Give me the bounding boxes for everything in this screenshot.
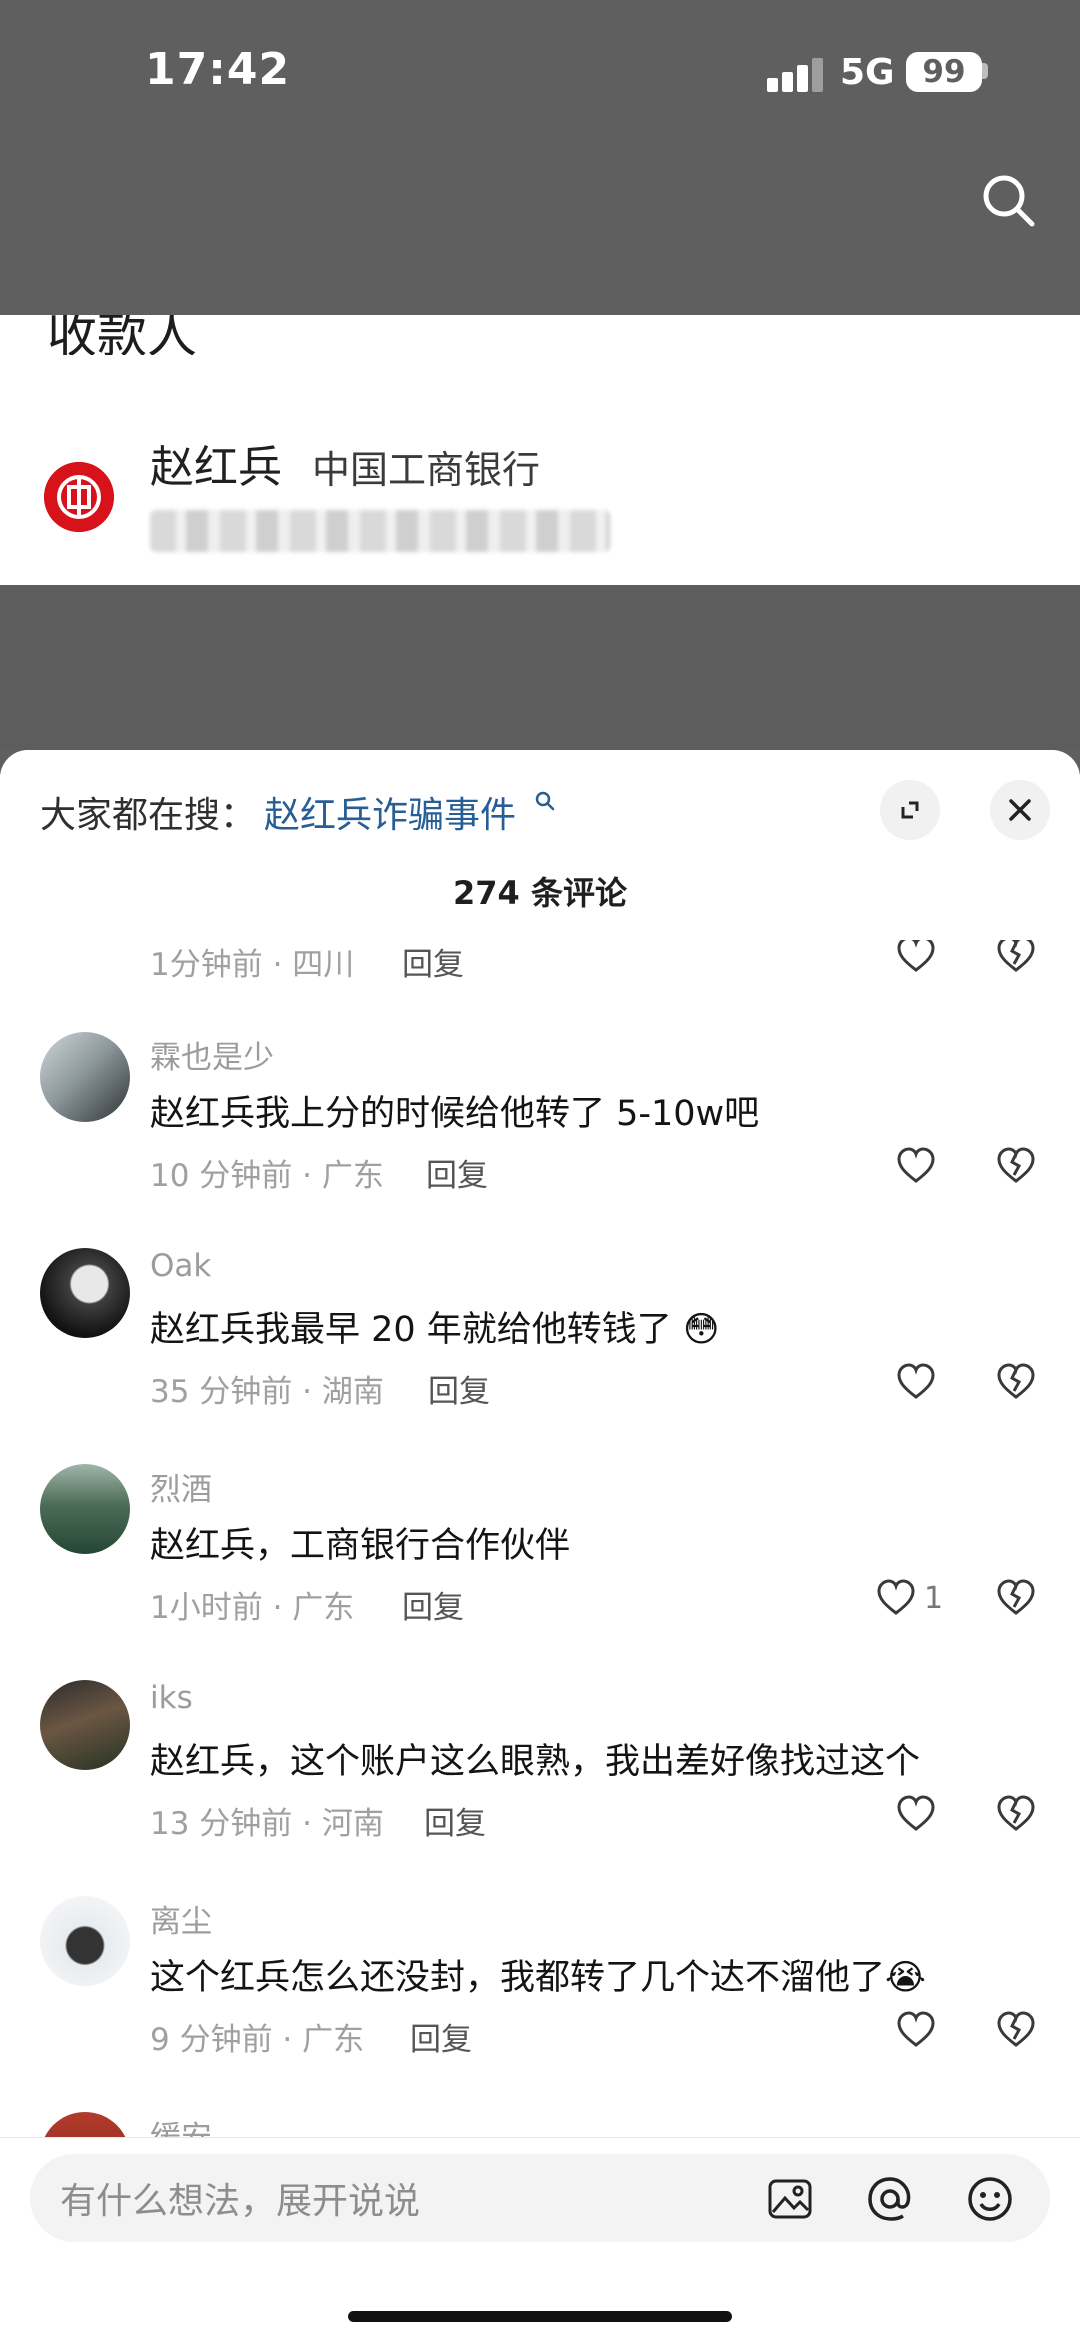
like-heart-icon[interactable] [894, 1360, 938, 1404]
avatar[interactable] [40, 1032, 130, 1122]
reply-button[interactable]: 回复 [428, 1366, 490, 1411]
status-time: 17:42 [145, 44, 291, 95]
comment-username[interactable]: Oak [150, 1248, 211, 1284]
like-heart-icon[interactable] [894, 2008, 938, 2052]
reply-button[interactable]: 回复 [426, 1150, 488, 1195]
comment-username[interactable]: 烈酒 [150, 1464, 212, 1509]
comment-count: 274 条评论 [453, 874, 627, 912]
comment-text: 赵红兵，工商银行合作伙伴 [150, 1526, 571, 1566]
reply-button[interactable]: 回复 [410, 2014, 472, 2059]
comment-username[interactable]: 霖也是少 [150, 1032, 274, 1077]
comment-meta: 9 分钟前 · 广东 [150, 2022, 365, 2058]
comment-text: 赵红兵我最早 20 年就给他转钱了 😳 [150, 1301, 719, 1352]
comment-text: 赵红兵我上分的时候给他转了 5-10w吧 [150, 1094, 760, 1134]
comment-input-placeholder: 有什么想法，展开说说 [60, 2181, 421, 2222]
avatar[interactable] [40, 1896, 130, 1986]
comment-item: Oak 赵红兵我最早 20 年就给他转钱了 😳 35 分钟前 · 湖南 回复 [0, 1248, 1080, 1453]
payee-name: 赵红兵 [150, 442, 282, 493]
dislike-heart-icon[interactable] [994, 1144, 1038, 1188]
icbc-logo-icon [44, 462, 114, 532]
comment-item: iks 赵红兵，这个账户这么眼熟，我出差好像找过这个 13 分钟前 · 河南 回… [0, 1680, 1080, 1885]
trending-label: 大家都在搜： [40, 795, 257, 836]
battery-icon: 99 [906, 52, 982, 92]
close-icon [1009, 799, 1031, 821]
signal-icon [767, 58, 823, 92]
comment-input-bar: 有什么想法，展开说说 [0, 2137, 1080, 2342]
reply-button[interactable]: 回复 [402, 939, 464, 984]
avatar[interactable] [40, 1680, 130, 1770]
status-bar: 17:42 5G 99 [0, 0, 1080, 150]
dislike-heart-icon[interactable] [994, 1360, 1038, 1404]
account-number-blurred [150, 510, 610, 552]
comment-meta: 1小时前 · 广东 [150, 1590, 355, 1626]
comment-text: 这个红兵怎么还没封，我都转了几个达不溜他了😭 [150, 1949, 926, 2000]
comment-text-content: 赵红兵我最早 20 年就给他转钱了 [150, 1310, 672, 1350]
image-icon[interactable] [765, 2174, 815, 2224]
crying-face-emoji-icon: 😭 [885, 1958, 926, 1998]
comment-text-content: 这个红兵怎么还没封，我都转了几个达不溜他了 [150, 1958, 886, 1998]
like-heart-icon[interactable] [894, 1144, 938, 1188]
comment-username[interactable]: 离尘 [150, 1896, 212, 1941]
comment-sheet-header: 大家都在搜： 赵红兵诈骗事件 274 条评论 [0, 750, 1080, 940]
battery-tip-icon [982, 63, 988, 79]
home-indicator[interactable] [348, 2311, 732, 2322]
payee-bank: 中国工商银行 [312, 448, 541, 492]
comment-text: 赵红兵，这个账户这么眼熟，我出差好像找过这个 [150, 1742, 921, 1782]
comment-item: 烈酒 赵红兵，工商银行合作伙伴 1小时前 · 广东 回复 1 [0, 1464, 1080, 1669]
expand-button[interactable] [880, 780, 940, 840]
comment-meta: 13 分钟前 · 河南 [150, 1806, 384, 1842]
expand-icon [901, 801, 919, 819]
reply-button[interactable]: 回复 [424, 1798, 486, 1843]
comment-input[interactable]: 有什么想法，展开说说 [30, 2154, 1050, 2242]
comment-item: 霖也是少 赵红兵我上分的时候给他转了 5-10w吧 10 分钟前 · 广东 回复 [0, 1032, 1080, 1237]
small-search-icon [535, 791, 555, 811]
dislike-heart-icon[interactable] [994, 2008, 1038, 2052]
emoji-icon[interactable] [965, 2174, 1015, 2224]
like-heart-icon[interactable] [894, 1792, 938, 1836]
comment-meta: 10 分钟前 · 广东 [150, 1158, 384, 1194]
search-icon[interactable] [978, 170, 1038, 230]
avatar[interactable] [40, 1464, 130, 1554]
like-heart-icon[interactable] [874, 1576, 918, 1620]
network-type: 5G [840, 52, 895, 93]
trending-search-link[interactable]: 赵红兵诈骗事件 [264, 786, 516, 838]
payee-card: 收款人 赵红兵 中国工商银行 [0, 315, 1080, 585]
payee-title: 收款人 [47, 315, 197, 355]
background-overlay-middle [0, 585, 1080, 750]
mention-icon[interactable] [865, 2174, 915, 2224]
comment-item: 离尘 这个红兵怎么还没封，我都转了几个达不溜他了😭 9 分钟前 · 广东 回复 [0, 1896, 1080, 2101]
comment-meta: 1分钟前 · 四川 [150, 947, 355, 983]
dislike-heart-icon[interactable] [994, 1576, 1038, 1620]
comment-username[interactable]: iks [150, 1680, 193, 1716]
dislike-heart-icon[interactable] [994, 1792, 1038, 1836]
close-button[interactable] [990, 780, 1050, 840]
flushed-face-emoji-icon: 😳 [682, 1310, 720, 1350]
comment-sheet: 大家都在搜： 赵红兵诈骗事件 274 条评论 1分钟前 · 四川 回复 霖也是少… [0, 750, 1080, 2341]
like-count: 1 [924, 1581, 944, 1616]
reply-button[interactable]: 回复 [402, 1582, 464, 1627]
avatar[interactable] [40, 1248, 130, 1338]
comment-meta: 35 分钟前 · 湖南 [150, 1374, 384, 1410]
